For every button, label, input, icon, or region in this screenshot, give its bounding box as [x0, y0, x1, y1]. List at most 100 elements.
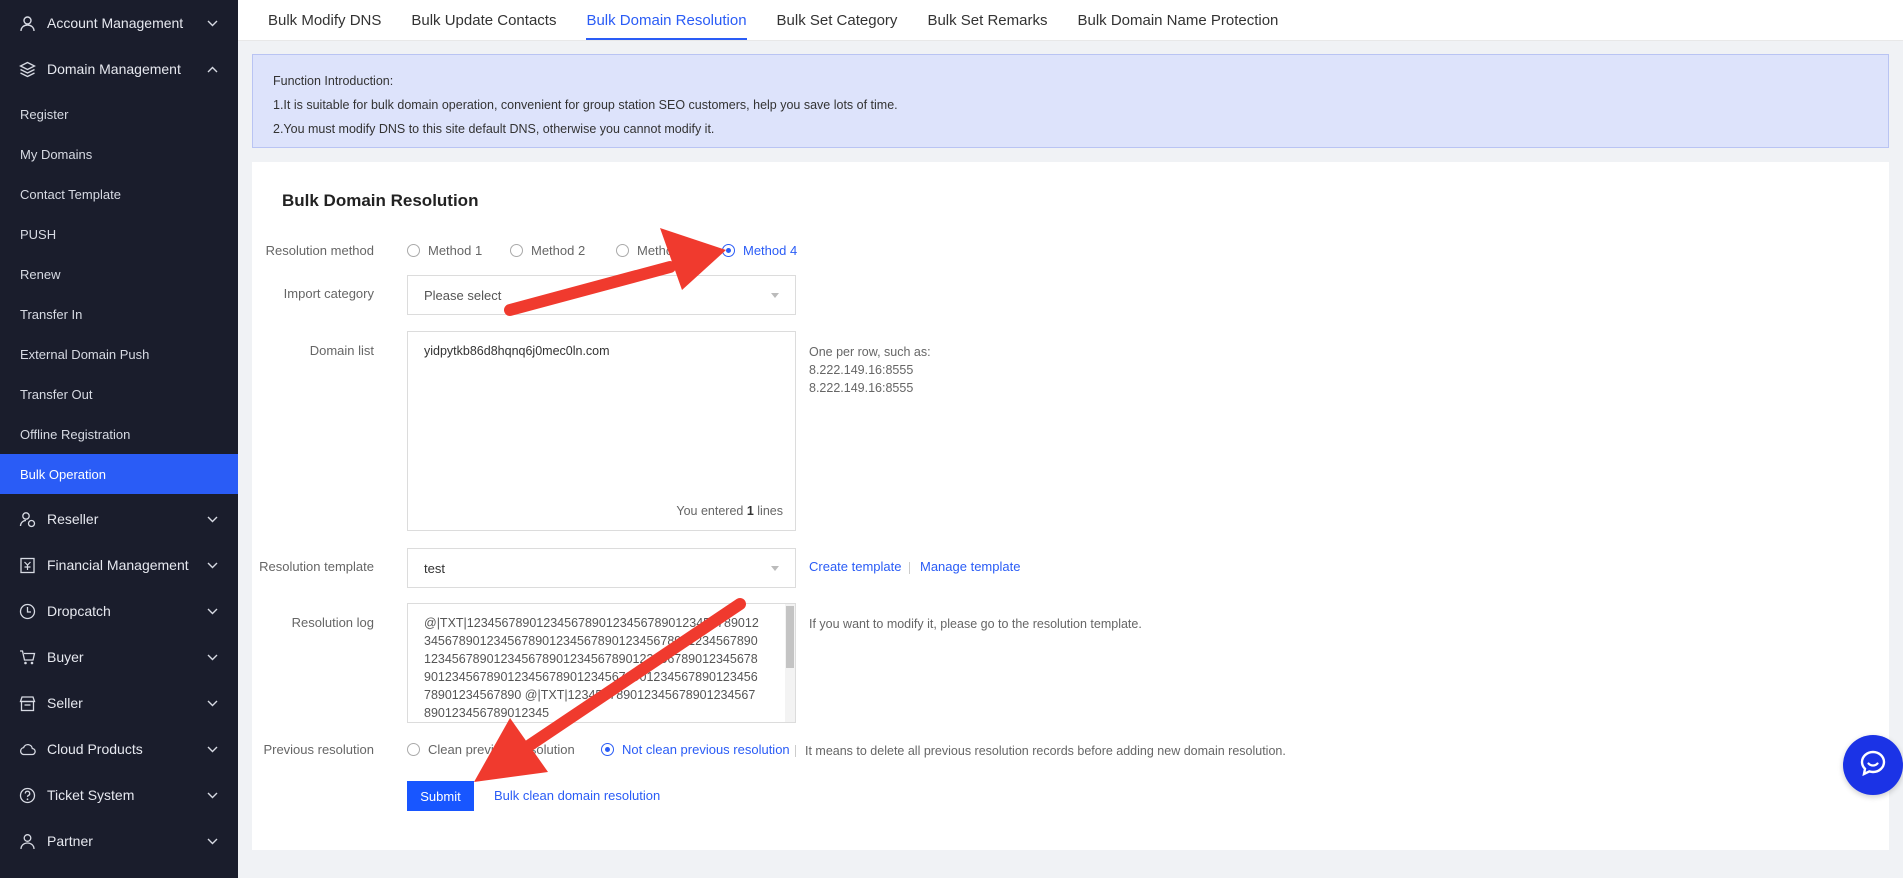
chevron-down-icon	[206, 513, 218, 525]
sidebar-group-label: Buyer	[47, 649, 84, 665]
line-counter: You entered 1 lines	[676, 504, 783, 518]
radio-circle	[510, 244, 523, 257]
resolution-template-select[interactable]: test	[407, 548, 796, 588]
scrollbar-track[interactable]	[785, 604, 795, 722]
sidebar: Account Management Domain Management Reg…	[0, 0, 238, 878]
sidebar-group-label: Partner	[47, 833, 93, 849]
sidebar-group-ticket-system[interactable]: Ticket System	[0, 772, 238, 818]
tab-bulk-modify-dns[interactable]: Bulk Modify DNS	[268, 0, 381, 40]
import-category-placeholder: Please select	[424, 287, 502, 303]
radio-circle	[722, 244, 735, 257]
sidebar-item-renew[interactable]: Renew	[0, 254, 238, 294]
import-category-select[interactable]: Please select	[407, 275, 796, 315]
clean-previous-radio[interactable]: Clean previous resolution	[407, 742, 575, 757]
chevron-down-icon	[206, 697, 218, 709]
previous-resolution-hint: It means to delete all previous resoluti…	[805, 744, 1286, 758]
chevron-down-icon	[206, 17, 218, 29]
sidebar-group-cloud-products[interactable]: Cloud Products	[0, 726, 238, 772]
store-icon	[18, 694, 36, 712]
sidebar-group-dropcatch[interactable]: Dropcatch	[0, 588, 238, 634]
link-divider	[909, 562, 910, 574]
radio-label: Not clean previous resolution	[622, 742, 790, 757]
radio-label: Method 1	[428, 243, 483, 258]
reseller-icon	[18, 510, 36, 528]
clock-icon	[18, 602, 36, 620]
import-category-label: Import category	[283, 286, 374, 301]
intro-line-1: 1.It is suitable for bulk domain operati…	[273, 98, 898, 112]
intro-title: Function Introduction:	[273, 74, 394, 88]
finance-icon	[18, 556, 36, 574]
domain-list-textarea[interactable]: yidpytkb86d8hqnq6j0mec0ln.com You entere…	[407, 331, 796, 531]
chat-support-button[interactable]	[1843, 735, 1903, 795]
sidebar-group-reseller[interactable]: Reseller	[0, 496, 238, 542]
tab-bulk-domain-resolution[interactable]: Bulk Domain Resolution	[586, 0, 747, 40]
sidebar-item-bulk-operation[interactable]: Bulk Operation	[0, 454, 238, 494]
sidebar-item-offline-registration[interactable]: Offline Registration	[0, 414, 238, 454]
radio-label: Method 2	[531, 243, 586, 258]
sidebar-group-label: Account Management	[47, 15, 184, 31]
sidebar-group-financial-management[interactable]: Financial Management	[0, 542, 238, 588]
radio-circle	[601, 743, 614, 756]
tab-bulk-set-remarks[interactable]: Bulk Set Remarks	[927, 0, 1047, 40]
sidebar-group-account-management[interactable]: Account Management	[0, 0, 238, 46]
not-clean-previous-radio[interactable]: Not clean previous resolution	[601, 742, 790, 757]
cloud-icon	[18, 740, 36, 758]
sidebar-item-external-domain-push[interactable]: External Domain Push	[0, 334, 238, 374]
chevron-down-icon	[206, 651, 218, 663]
caret-down-icon	[771, 292, 779, 298]
sidebar-item-transfer-out[interactable]: Transfer Out	[0, 374, 238, 414]
manage-template-link[interactable]: Manage template	[920, 559, 1020, 574]
cart-icon	[18, 648, 36, 666]
chevron-down-icon	[206, 789, 218, 801]
chevron-down-icon	[206, 835, 218, 847]
bulk-clean-domain-resolution-link[interactable]: Bulk clean domain resolution	[494, 788, 660, 803]
resolution-log-textarea[interactable]: @|TXT|1234567890123456789012345678901234…	[407, 603, 796, 723]
scrollbar-thumb[interactable]	[786, 606, 794, 668]
sidebar-item-register[interactable]: Register	[0, 94, 238, 134]
sidebar-item-contact-template[interactable]: Contact Template	[0, 174, 238, 214]
method-3-radio[interactable]: Method 3	[616, 243, 691, 258]
radio-circle	[407, 244, 420, 257]
sidebar-group-partner[interactable]: Partner	[0, 818, 238, 864]
chevron-down-icon	[206, 559, 218, 571]
domain-list-hint: One per row, such as: 8.222.149.16:8555 …	[809, 343, 931, 397]
resolution-template-label: Resolution template	[259, 559, 374, 574]
tab-bar: Bulk Modify DNS Bulk Update Contacts Bul…	[238, 0, 1903, 41]
sidebar-group-buyer[interactable]: Buyer	[0, 634, 238, 680]
line-count-value: 1	[746, 504, 754, 518]
sidebar-group-domain-management[interactable]: Domain Management	[0, 46, 238, 92]
caret-down-icon	[771, 565, 779, 571]
bulk-domain-resolution-card: Bulk Domain Resolution Resolution method…	[252, 162, 1889, 850]
chevron-down-icon	[206, 743, 218, 755]
method-4-radio[interactable]: Method 4	[722, 243, 797, 258]
radio-label: Method 3	[637, 243, 692, 258]
domain-list-value: yidpytkb86d8hqnq6j0mec0ln.com	[424, 344, 610, 358]
intro-line-2: 2.You must modify DNS to this site defau…	[273, 122, 715, 136]
sidebar-item-push[interactable]: PUSH	[0, 214, 238, 254]
line-count-suffix: lines	[757, 504, 783, 518]
hint-divider	[795, 745, 796, 757]
chat-bubble-icon	[1858, 748, 1888, 783]
create-template-link[interactable]: Create template	[809, 559, 902, 574]
sidebar-item-transfer-in[interactable]: Transfer In	[0, 294, 238, 334]
tab-bulk-set-category[interactable]: Bulk Set Category	[777, 0, 898, 40]
sidebar-item-my-domains[interactable]: My Domains	[0, 134, 238, 174]
sidebar-group-seller[interactable]: Seller	[0, 680, 238, 726]
radio-label: Clean previous resolution	[428, 742, 575, 757]
chevron-up-icon	[206, 63, 218, 75]
domain-hint-line-2: 8.222.149.16:8555	[809, 363, 914, 377]
radio-circle	[616, 244, 629, 257]
tab-bulk-update-contacts[interactable]: Bulk Update Contacts	[411, 0, 556, 40]
page-title: Bulk Domain Resolution	[282, 191, 479, 210]
radio-label: Method 4	[743, 243, 798, 258]
function-introduction: Function Introduction: 1.It is suitable …	[252, 54, 1889, 148]
method-1-radio[interactable]: Method 1	[407, 243, 482, 258]
resolution-method-label: Resolution method	[265, 243, 374, 258]
method-2-radio[interactable]: Method 2	[510, 243, 585, 258]
tab-bulk-domain-name-protection[interactable]: Bulk Domain Name Protection	[1077, 0, 1278, 40]
line-count-prefix: You entered	[676, 504, 744, 518]
submit-button[interactable]: Submit	[407, 781, 474, 811]
resolution-log-value: @|TXT|1234567890123456789012345678901234…	[424, 616, 759, 720]
sidebar-group-label: Reseller	[47, 511, 99, 527]
sidebar-group-label: Financial Management	[47, 557, 189, 573]
